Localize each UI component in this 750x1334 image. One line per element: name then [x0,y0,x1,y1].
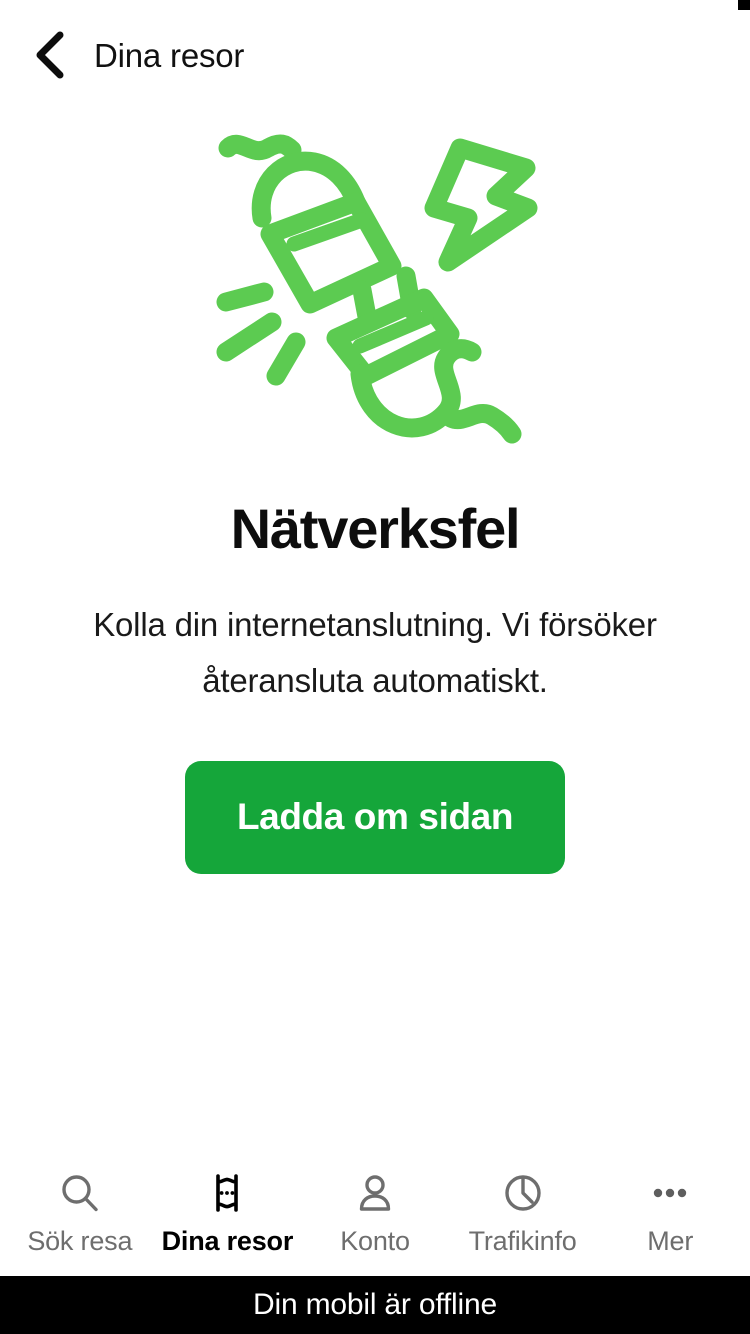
status-bar-notch [738,0,750,10]
back-button[interactable] [32,30,84,82]
tab-label-mer: Mer [647,1226,694,1256]
tab-konto[interactable]: Konto [301,1150,449,1276]
tab-dina-resor[interactable]: Dina resor [154,1150,302,1276]
tab-label-konto: Konto [340,1226,410,1256]
disconnected-plug-illustration [210,126,540,446]
error-title: Nätverksfel [230,497,521,560]
tab-label-trafikinfo: Trafikinfo [468,1226,577,1256]
tab-trafikinfo[interactable]: Trafikinfo [449,1150,597,1276]
ticket-icon [203,1169,251,1217]
page-title: Dina resor [94,37,245,74]
reload-page-button[interactable]: Ladda om sidan [185,760,565,874]
tab-mer[interactable]: Mer [596,1150,744,1276]
offline-status-banner: Din mobil är offline [0,1276,750,1334]
chevron-left-icon [32,31,66,82]
bottom-tab-bar: Sök resa Dina resor Konto Trafikinfo Mer [0,1150,750,1276]
main-content: Nätverksfel Kolla din internetanslutning… [0,112,750,1150]
tab-label-sok-resa: Sök resa [27,1226,133,1256]
error-description: Kolla din internetanslutning. Vi försöke… [93,605,657,699]
clock-icon [499,1169,547,1217]
search-icon [56,1169,104,1217]
tab-sok-resa[interactable]: Sök resa [6,1150,154,1276]
person-icon [351,1169,399,1217]
app-screen: Dina resor Nätverksfel Kolla din interne… [0,0,750,1334]
tab-label-dina-resor: Dina resor [161,1226,294,1256]
app-header: Dina resor [0,0,750,112]
ellipsis-icon [646,1169,694,1217]
